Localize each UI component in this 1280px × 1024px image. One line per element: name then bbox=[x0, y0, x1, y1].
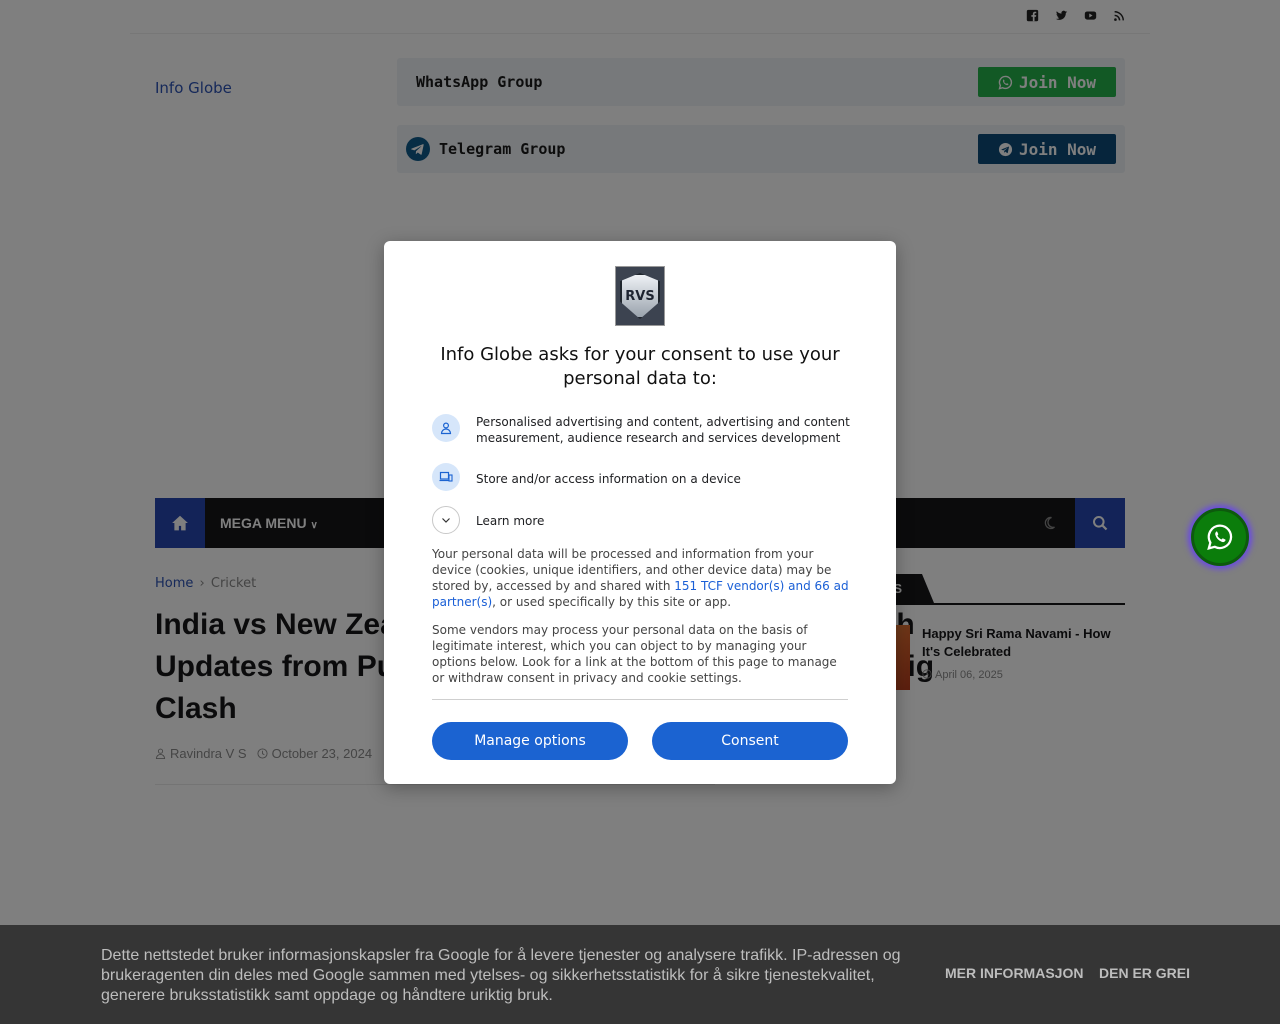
manage-options-button[interactable]: Manage options bbox=[432, 722, 628, 760]
whatsapp-float-button[interactable] bbox=[1191, 508, 1249, 566]
consent-body-processing: Your personal data will be processed and… bbox=[432, 546, 852, 610]
cookie-notice-text: Dette nettstedet bruker informasjonskaps… bbox=[101, 947, 901, 1004]
devices-icon bbox=[432, 463, 460, 491]
whatsapp-icon bbox=[1207, 524, 1233, 550]
consent-body-legitimate-interest: Some vendors may process your personal d… bbox=[432, 623, 837, 685]
consent-title: Info Globe asks for your consent to use … bbox=[440, 344, 840, 389]
chevron-down-icon bbox=[432, 506, 460, 534]
consent-button[interactable]: Consent bbox=[652, 722, 848, 760]
cookie-accept-button[interactable]: DEN ER GREI bbox=[1099, 965, 1190, 981]
cookie-notice-bar: Dette nettstedet bruker informasjonskaps… bbox=[0, 925, 1280, 1024]
consent-purpose-storage-text: Store and/or access information on a dev… bbox=[476, 472, 741, 486]
person-icon bbox=[432, 414, 460, 442]
consent-dialog: RVS Info Globe asks for your consent to … bbox=[384, 241, 896, 784]
consent-site-logo: RVS bbox=[615, 266, 665, 326]
consent-body-processing-b: , or used specifically by this site or a… bbox=[492, 595, 732, 609]
consent-logo-text: RVS bbox=[625, 288, 655, 304]
consent-divider bbox=[432, 699, 848, 700]
cookie-more-info-button[interactable]: MER INFORMASJON bbox=[945, 965, 1083, 981]
learn-more-label: Learn more bbox=[476, 514, 545, 528]
consent-purpose-personalised-text: Personalised advertising and content, ad… bbox=[476, 415, 850, 445]
shield-icon: RVS bbox=[620, 273, 660, 319]
